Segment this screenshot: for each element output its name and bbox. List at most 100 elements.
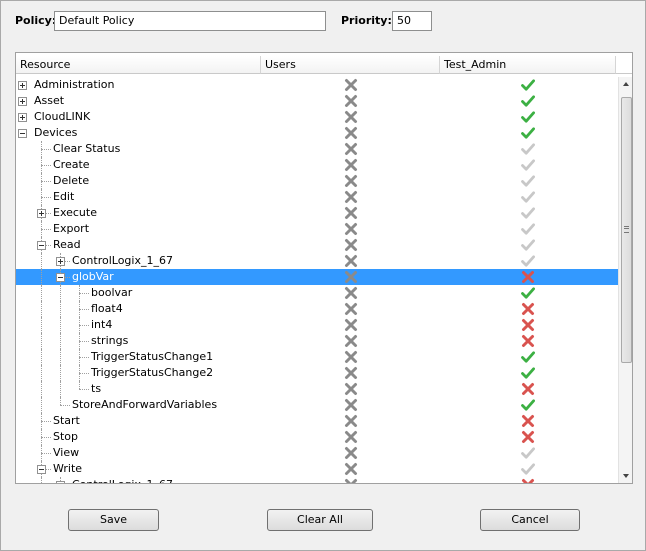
cross-gray-icon[interactable] [344, 206, 358, 220]
cross-gray-icon[interactable] [344, 270, 358, 284]
check-green-icon[interactable] [521, 286, 535, 300]
clear-all-button[interactable]: Clear All [267, 509, 373, 531]
cross-red-icon[interactable] [521, 270, 535, 284]
tree-row[interactable]: Edit [16, 189, 618, 205]
expand-plus-icon[interactable] [56, 257, 65, 266]
expand-plus-icon[interactable] [18, 97, 27, 106]
cancel-button[interactable]: Cancel [480, 509, 580, 531]
column-header-resource[interactable]: Resource [16, 56, 261, 74]
cross-gray-icon[interactable] [344, 398, 358, 412]
tree-row[interactable]: Read [16, 237, 618, 253]
cross-gray-icon[interactable] [344, 478, 358, 483]
policy-name-input[interactable]: Default Policy [54, 11, 326, 31]
check-green-icon[interactable] [521, 94, 535, 108]
tree-row[interactable]: StoreAndForwardVariables [16, 397, 618, 413]
column-header-users[interactable]: Users [261, 56, 440, 74]
check-gray-icon[interactable] [521, 238, 535, 252]
cross-gray-icon[interactable] [344, 446, 358, 460]
check-gray-icon[interactable] [521, 158, 535, 172]
tree-row[interactable]: globVar [16, 269, 618, 285]
cross-gray-icon[interactable] [344, 462, 358, 476]
cross-gray-icon[interactable] [344, 110, 358, 124]
collapse-minus-icon[interactable] [37, 465, 46, 474]
tree-row[interactable]: ts [16, 381, 618, 397]
priority-input[interactable]: 50 [392, 11, 432, 31]
cross-red-icon[interactable] [521, 430, 535, 444]
check-green-icon[interactable] [521, 110, 535, 124]
cross-gray-icon[interactable] [344, 174, 358, 188]
check-gray-icon[interactable] [521, 446, 535, 460]
expand-plus-icon[interactable] [18, 81, 27, 90]
check-green-icon[interactable] [521, 78, 535, 92]
cross-red-icon[interactable] [521, 478, 535, 483]
check-green-icon[interactable] [521, 350, 535, 364]
check-gray-icon[interactable] [521, 142, 535, 156]
cross-red-icon[interactable] [521, 302, 535, 316]
cross-gray-icon[interactable] [344, 430, 358, 444]
tree-row[interactable]: TriggerStatusChange1 [16, 349, 618, 365]
tree-row[interactable]: Write [16, 461, 618, 477]
collapse-minus-icon[interactable] [37, 241, 46, 250]
tree-row[interactable]: Clear Status [16, 141, 618, 157]
tree-row[interactable]: CloudLINK [16, 109, 618, 125]
cross-gray-icon[interactable] [344, 78, 358, 92]
cross-gray-icon[interactable] [344, 286, 358, 300]
tree-row[interactable]: Delete [16, 173, 618, 189]
cross-red-icon[interactable] [521, 334, 535, 348]
cross-gray-icon[interactable] [344, 350, 358, 364]
cross-gray-icon[interactable] [344, 94, 358, 108]
tree-row[interactable]: int4 [16, 317, 618, 333]
tree-row[interactable]: Asset [16, 93, 618, 109]
cross-gray-icon[interactable] [344, 190, 358, 204]
check-gray-icon[interactable] [521, 174, 535, 188]
tree-row[interactable]: strings [16, 333, 618, 349]
scrollbar-thumb[interactable] [621, 97, 632, 363]
collapse-minus-icon[interactable] [18, 129, 27, 138]
tree-row[interactable]: View [16, 445, 618, 461]
cross-gray-icon[interactable] [344, 158, 358, 172]
vertical-scrollbar[interactable] [618, 77, 632, 483]
cross-gray-icon[interactable] [344, 254, 358, 268]
check-green-icon[interactable] [521, 398, 535, 412]
cross-gray-icon[interactable] [344, 238, 358, 252]
tree-row[interactable]: Execute [16, 205, 618, 221]
tree-row[interactable]: Administration [16, 77, 618, 93]
cross-gray-icon[interactable] [344, 382, 358, 396]
tree-row[interactable]: TriggerStatusChange2 [16, 365, 618, 381]
check-gray-icon[interactable] [521, 190, 535, 204]
tree-row[interactable]: Start [16, 413, 618, 429]
tree-row[interactable]: ControlLogix_1_67 [16, 253, 618, 269]
cross-gray-icon[interactable] [344, 414, 358, 428]
save-button[interactable]: Save [68, 509, 159, 531]
check-gray-icon[interactable] [521, 206, 535, 220]
scroll-down-arrow-icon[interactable] [619, 468, 632, 483]
tree-row[interactable]: boolvar [16, 285, 618, 301]
expand-plus-icon[interactable] [37, 209, 46, 218]
tree-row[interactable]: Devices [16, 125, 618, 141]
tree-row[interactable]: Stop [16, 429, 618, 445]
cross-gray-icon[interactable] [344, 142, 358, 156]
cross-gray-icon[interactable] [344, 302, 358, 316]
cross-gray-icon[interactable] [344, 126, 358, 140]
check-green-icon[interactable] [521, 126, 535, 140]
cross-gray-icon[interactable] [344, 334, 358, 348]
permissions-tree-grid[interactable]: Resource Users Test_Admin Administration… [15, 52, 633, 484]
scroll-up-arrow-icon[interactable] [619, 77, 632, 92]
cross-red-icon[interactable] [521, 318, 535, 332]
expand-plus-icon[interactable] [56, 481, 65, 483]
check-gray-icon[interactable] [521, 254, 535, 268]
tree-row[interactable]: float4 [16, 301, 618, 317]
check-gray-icon[interactable] [521, 222, 535, 236]
tree-row[interactable]: Export [16, 221, 618, 237]
cross-red-icon[interactable] [521, 414, 535, 428]
column-header-test-admin[interactable]: Test_Admin [440, 56, 616, 74]
collapse-minus-icon[interactable] [56, 273, 65, 282]
cross-red-icon[interactable] [521, 382, 535, 396]
tree-row[interactable]: ControlLogix_1_67 [16, 477, 618, 483]
expand-plus-icon[interactable] [18, 113, 27, 122]
check-gray-icon[interactable] [521, 462, 535, 476]
cross-gray-icon[interactable] [344, 366, 358, 380]
cross-gray-icon[interactable] [344, 318, 358, 332]
tree-row[interactable]: Create [16, 157, 618, 173]
cross-gray-icon[interactable] [344, 222, 358, 236]
